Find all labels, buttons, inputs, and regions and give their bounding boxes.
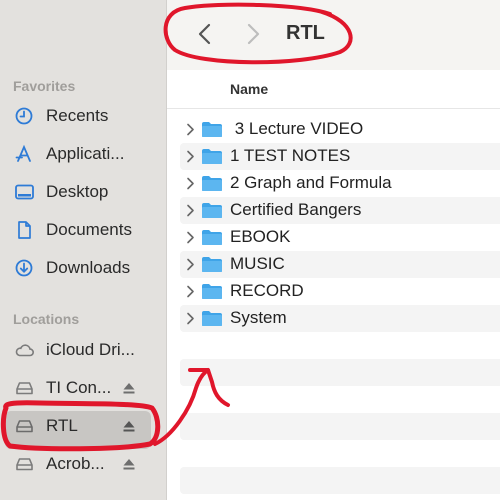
folder-icon [202,257,222,272]
chevron-right-icon[interactable] [186,231,195,244]
folder-name: RECORD [230,281,304,300]
empty-row [180,359,500,386]
empty-row [180,413,500,440]
drive-icon [16,458,33,471]
list-item[interactable]: EBOOK [180,224,500,251]
folder-icon [202,203,222,218]
folder-icon [202,176,222,191]
column-header: Name [167,70,500,109]
download-icon [15,259,33,277]
sidebar-item-rtl[interactable]: RTL [0,409,160,449]
sidebar-item-label: TI Con... [46,378,112,397]
list-item[interactable]: RECORD [180,278,500,305]
list-item[interactable]: 3 Lecture VIDEO [180,116,500,143]
list-item[interactable]: System [180,305,500,332]
sidebar-item-acrob[interactable]: Acrob... [0,447,160,481]
clock-icon [15,107,33,125]
sidebar-item-label: Recents [46,106,109,125]
eject-icon[interactable] [122,381,136,395]
eject-icon[interactable] [122,419,136,433]
chevron-right-icon[interactable] [186,150,195,163]
applications-icon [15,144,31,162]
sidebar-item-label: Acrob... [46,454,105,473]
sidebar-item-ti-con[interactable]: TI Con... [0,371,160,405]
sidebar-item-label: Desktop [46,182,109,201]
folder-name: MUSIC [230,254,285,273]
back-icon[interactable] [195,22,215,46]
chevron-right-icon[interactable] [186,285,195,298]
list-item[interactable]: 2 Graph and Formula [180,170,500,197]
folder-name: EBOOK [230,227,291,246]
sidebar-item-recents[interactable]: Recents [0,99,160,133]
document-icon [18,221,31,239]
folder-name: 2 Graph and Formula [230,173,392,192]
folder-icon [202,149,222,164]
eject-icon[interactable] [122,457,136,471]
folder-icon [202,122,222,137]
desktop-icon [15,184,34,200]
folder-name: 1 TEST NOTES [230,146,351,165]
sidebar-item-label: iCloud Dri... [46,340,135,359]
sidebar-item-label: RTL [46,416,78,435]
window-title: RTL [286,22,325,44]
favorites-section-title: Favorites [13,78,76,94]
folder-name: System [230,308,287,327]
sidebar-item-desktop[interactable]: Desktop [0,175,160,209]
list-item[interactable]: 1 TEST NOTES [180,143,500,170]
drive-icon [16,420,33,433]
chevron-right-icon[interactable] [186,177,195,190]
folder-icon [202,311,222,326]
sidebar: Favorites Recents Applicati... Desktop D… [0,0,166,500]
sidebar-item-documents[interactable]: Documents [0,213,160,247]
empty-row [180,467,500,494]
folder-icon [202,230,222,245]
cloud-icon [15,344,34,357]
folder-icon [202,284,222,299]
chevron-right-icon[interactable] [186,123,195,136]
name-column-header[interactable]: Name [230,81,268,97]
folder-name: Certified Bangers [230,200,362,219]
folder-name: 3 Lecture VIDEO [230,119,364,138]
chevron-right-icon[interactable] [186,258,195,271]
forward-icon[interactable] [243,22,263,46]
sidebar-item-label: Applicati... [46,144,125,163]
drive-icon [16,382,33,395]
chevron-right-icon[interactable] [186,312,195,325]
toolbar [167,0,500,71]
chevron-right-icon[interactable] [186,204,195,217]
list-item[interactable]: MUSIC [180,251,500,278]
sidebar-item-label: Downloads [46,258,131,277]
sidebar-item-applications[interactable]: Applicati... [0,137,160,171]
sidebar-item-downloads[interactable]: Downloads [0,251,160,285]
locations-section-title: Locations [13,311,80,327]
sidebar-item-label: Documents [46,220,132,239]
sidebar-item-icloud[interactable]: iCloud Dri... [0,333,160,367]
list-item[interactable]: Certified Bangers [180,197,500,224]
